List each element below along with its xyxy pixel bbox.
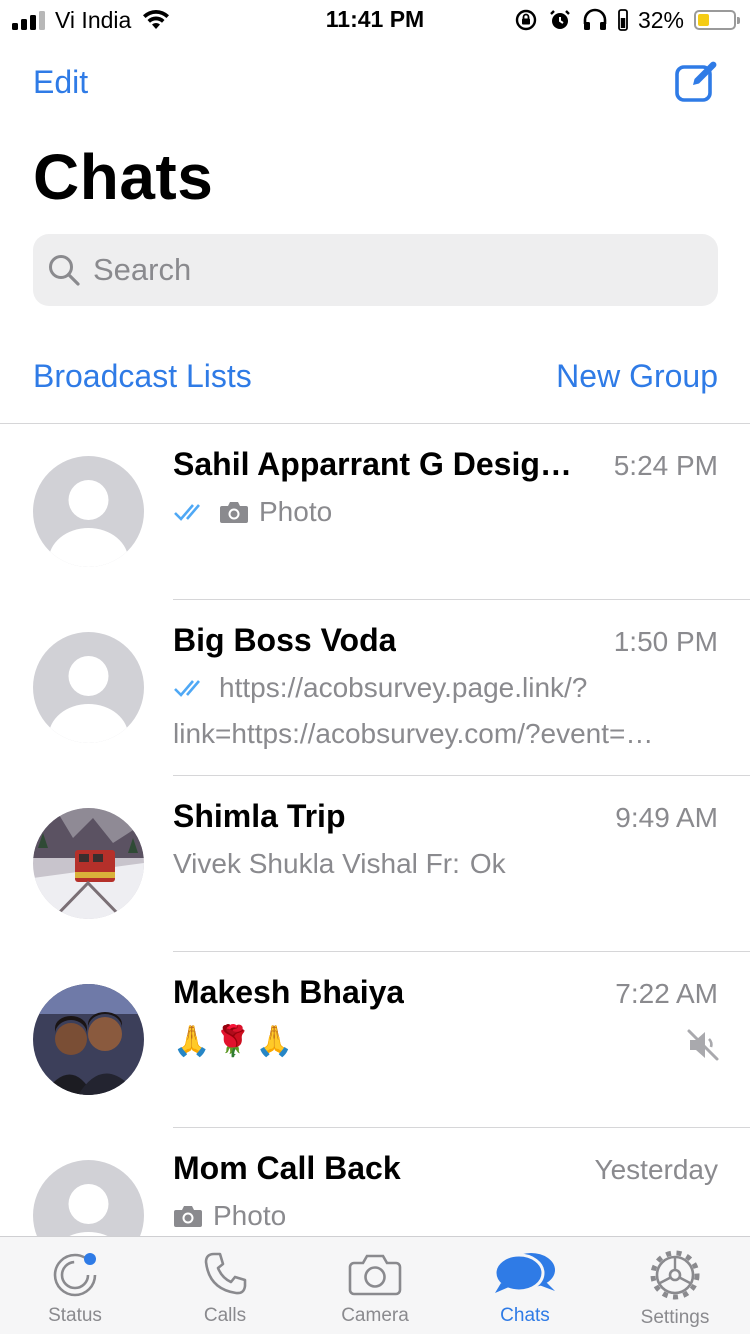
chat-time: 1:50 PM — [613, 626, 718, 657]
tab-label: Settings — [640, 1307, 710, 1328]
person-icon — [33, 456, 144, 567]
preview-text: Photo — [213, 1200, 287, 1231]
chat-time: Yesterday — [594, 1154, 719, 1185]
chat-time: 9:49 AM — [615, 802, 718, 833]
battery-fill — [698, 14, 709, 26]
preview-text: Ok — [469, 848, 506, 879]
chat-name: Shimla Trip — [173, 798, 346, 834]
chat-name: Mom Call Back — [173, 1150, 401, 1186]
preview-sender: Vivek Shukla Vishal Fr: — [173, 848, 460, 879]
new-group-link[interactable]: New Group — [556, 358, 718, 395]
status-right: 32% — [514, 6, 740, 34]
chat-row[interactable]: Big Boss Voda 1:50 PM https://acobsurvey… — [0, 600, 750, 776]
preview-emoji: 🙏🌹🙏 — [173, 1025, 298, 1058]
tab-label: Camera — [341, 1305, 409, 1326]
battery-icon — [694, 10, 740, 30]
avatar-placeholder — [33, 632, 144, 743]
tab-bar: Status Calls Camera Chats Settings — [0, 1236, 750, 1334]
selfie-photo-image — [33, 984, 144, 1095]
preview-text-line2: link=https://acobsurvey.com/?event=surve… — [173, 718, 663, 749]
headphones-icon — [583, 8, 607, 30]
avatar-photo — [33, 984, 144, 1095]
tab-settings[interactable]: Settings — [600, 1237, 750, 1334]
search-bar[interactable] — [33, 234, 718, 306]
chat-name: Makesh Bhaiya — [173, 974, 405, 1010]
page-title: Chats — [33, 141, 214, 213]
chat-row[interactable]: Shimla Trip 9:49 AM Vivek Shukla Vishal … — [0, 776, 750, 952]
chat-preview: Photo — [173, 1200, 286, 1232]
edit-button[interactable]: Edit — [33, 64, 88, 101]
status-icon — [53, 1253, 97, 1297]
phone-icon — [204, 1252, 247, 1295]
tab-label: Status — [48, 1305, 102, 1326]
chat-name: Sahil Apparrant G Design Studio — [173, 446, 583, 482]
chat-bubbles-icon — [493, 1253, 555, 1293]
tab-calls[interactable]: Calls — [150, 1237, 300, 1334]
chat-preview: Vivek Shukla Vishal Fr: Ok — [173, 848, 506, 880]
status-bar: Vi India 11:41 PM 32% — [0, 0, 750, 40]
camera-icon — [174, 1206, 202, 1227]
chat-name: Big Boss Voda — [173, 622, 397, 658]
chat-preview: 🙏🌹🙏 — [173, 1024, 297, 1059]
chat-row[interactable]: Sahil Apparrant G Design Studio 5:24 PM … — [0, 424, 750, 600]
chat-row[interactable]: Makesh Bhaiya 7:22 AM 🙏🌹🙏 — [0, 952, 750, 1128]
battery-percent: 32% — [637, 6, 684, 33]
avatar-placeholder — [33, 456, 144, 567]
broadcast-lists-link[interactable]: Broadcast Lists — [33, 358, 252, 395]
chat-preview: https://acobsurvey.page.link/? — [173, 672, 587, 704]
search-icon — [49, 255, 80, 286]
preview-text: https://acobsurvey.page.link/? — [219, 672, 588, 703]
double-check-icon — [174, 680, 200, 697]
links-row: Broadcast Lists New Group — [0, 358, 750, 402]
rotation-lock-icon — [515, 9, 537, 31]
chat-time: 7:22 AM — [615, 978, 718, 1009]
search-input[interactable] — [93, 252, 653, 288]
person-icon — [33, 632, 144, 743]
avatar-photo — [33, 808, 144, 919]
muted-speaker-icon — [687, 1029, 719, 1061]
tab-label: Chats — [500, 1305, 550, 1326]
tab-status[interactable]: Status — [0, 1237, 150, 1334]
train-photo-image — [33, 808, 144, 919]
double-check-icon — [174, 504, 200, 521]
avatar-placeholder — [33, 1160, 144, 1236]
camera-icon — [348, 1254, 402, 1296]
compose-icon[interactable] — [674, 58, 720, 104]
preview-text: Photo — [259, 496, 333, 527]
alarm-icon — [550, 10, 570, 29]
chat-list[interactable]: Sahil Apparrant G Design Studio 5:24 PM … — [0, 424, 750, 1236]
person-icon — [33, 1160, 144, 1236]
chat-time: 5:24 PM — [613, 450, 718, 481]
battery-indicator-icon — [618, 9, 628, 31]
gear-icon — [650, 1250, 700, 1300]
chat-preview: Photo — [173, 496, 332, 528]
tab-chats[interactable]: Chats — [450, 1237, 600, 1334]
camera-icon — [220, 502, 248, 523]
chat-row[interactable]: Mom Call Back Yesterday Photo — [0, 1128, 750, 1236]
tab-camera[interactable]: Camera — [300, 1237, 450, 1334]
tab-label: Calls — [203, 1305, 247, 1326]
